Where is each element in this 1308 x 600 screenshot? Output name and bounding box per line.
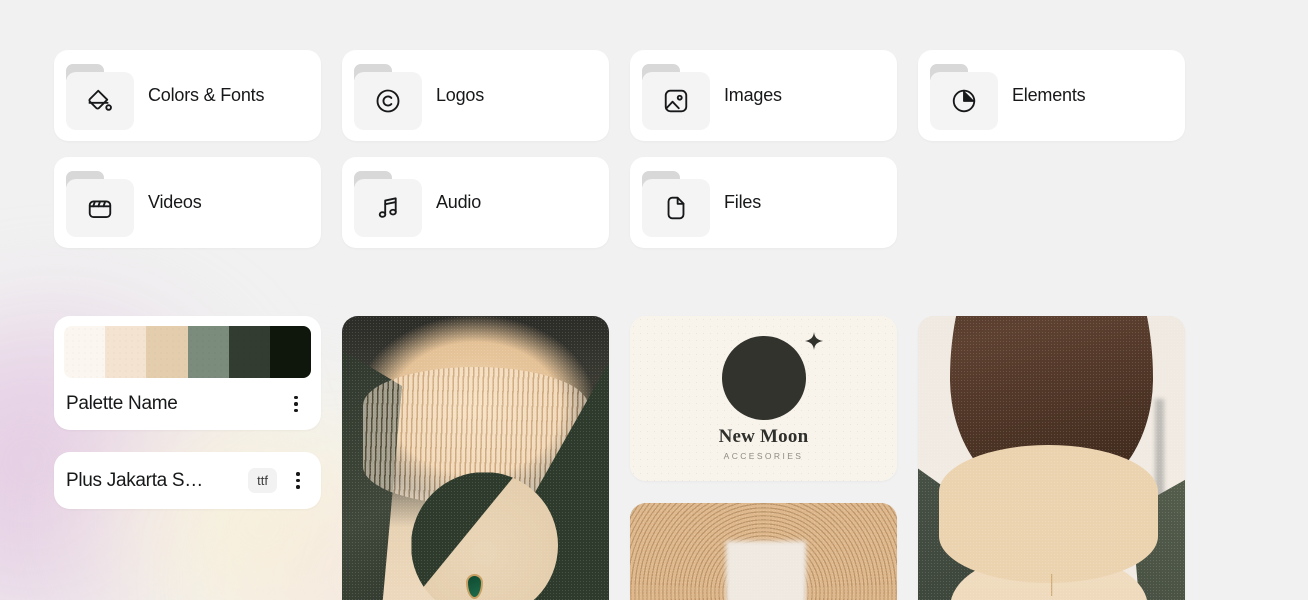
sparkle-icon	[804, 332, 823, 350]
kebab-dot	[294, 395, 298, 400]
folder-body-shape	[642, 71, 710, 130]
folder-icon-colors-fonts	[62, 62, 138, 130]
folders-row-1: Colors & Fonts Logos Images Elements	[54, 50, 1188, 141]
folder-label: Colors & Fonts	[148, 85, 265, 105]
folders-section: Colors & Fonts Logos Images Elements Vid…	[54, 50, 1188, 264]
folder-label: Audio	[436, 192, 482, 212]
folder-card-elements[interactable]: Elements	[918, 50, 1185, 141]
folder-icon-files	[638, 169, 714, 237]
folder-card-colors-fonts[interactable]: Colors & Fonts	[54, 50, 321, 141]
kebab-dot	[294, 402, 298, 406]
music-note-icon	[378, 196, 397, 218]
palette-swatch[interactable]	[64, 326, 106, 378]
palette-swatch[interactable]	[228, 326, 271, 378]
poster-image-card[interactable]: NEW	[342, 316, 609, 600]
font-card[interactable]: Plus Jakarta S… ttf	[54, 452, 321, 509]
necklace-image-card[interactable]	[918, 316, 1185, 600]
kebab-menu-icon[interactable]	[285, 468, 311, 494]
necklace-photo	[918, 316, 1185, 600]
kebab-dot	[294, 408, 298, 413]
folder-icon-images	[638, 62, 714, 130]
palette-swatch[interactable]	[105, 326, 147, 378]
color-swatch-icon	[88, 89, 112, 111]
clapperboard-icon	[88, 200, 112, 218]
kebab-dot	[296, 472, 300, 476]
board-column-2: NEW	[342, 316, 609, 600]
portrait-image-card[interactable]	[630, 503, 897, 600]
folder-label: Images	[724, 85, 782, 105]
folder-icon-elements	[926, 62, 1002, 130]
folder-label: Elements	[1012, 85, 1086, 105]
portrait-photo	[630, 503, 897, 600]
board-column-1: Palette Name Plus Jakarta S… ttf	[54, 316, 321, 509]
folder-body-shape	[354, 178, 422, 237]
logo-lockup: New Moon ACCESORIES	[630, 316, 897, 481]
folder-body-shape	[642, 178, 710, 237]
kebab-dot	[296, 478, 300, 483]
folder-body-shape	[930, 71, 998, 130]
folders-row-2: Videos Audio Files	[54, 157, 1188, 248]
asset-library-page: Colors & Fonts Logos Images Elements Vid…	[0, 0, 1308, 600]
font-name: Plus Jakarta S…	[66, 469, 203, 491]
folder-card-logos[interactable]: Logos	[342, 50, 609, 141]
board-column-3: New Moon ACCESORIES	[630, 316, 897, 600]
folder-label: Videos	[148, 192, 202, 212]
pie-shape-icon	[952, 89, 976, 112]
folder-label: Logos	[436, 85, 485, 105]
folder-card-images[interactable]: Images	[630, 50, 897, 141]
palette-card-meta: Palette Name	[64, 378, 311, 430]
logo-brand-name: New Moon	[718, 426, 809, 447]
asset-board: Palette Name Plus Jakarta S… ttf New Moo…	[54, 316, 1188, 600]
folder-body-shape	[354, 71, 422, 130]
palette-swatch[interactable]	[146, 326, 188, 378]
folder-card-videos[interactable]: Videos	[54, 157, 321, 248]
folder-icon-audio	[350, 169, 426, 237]
image-icon	[664, 89, 688, 112]
palette-name: Palette Name	[66, 393, 178, 414]
palette-swatch[interactable]	[187, 326, 229, 378]
moon-circle-icon	[721, 332, 823, 420]
copyright-icon	[376, 89, 400, 112]
folder-body-shape	[66, 178, 134, 237]
kebab-menu-icon[interactable]	[283, 391, 309, 417]
palette-swatch[interactable]	[269, 326, 311, 378]
logo-tagline: ACCESORIES	[723, 451, 804, 461]
logo-image-card[interactable]: New Moon ACCESORIES	[630, 316, 897, 481]
folder-icon-logos	[350, 62, 426, 130]
palette-card[interactable]: Palette Name	[54, 316, 321, 430]
palette-swatch-strip	[64, 326, 311, 378]
folder-card-audio[interactable]: Audio	[342, 157, 609, 248]
folder-icon-videos	[62, 169, 138, 237]
necklace-chain	[1050, 573, 1053, 596]
font-extension-badge: ttf	[248, 468, 277, 493]
hat-brim-gap	[726, 540, 807, 600]
board-column-4	[918, 316, 1185, 600]
document-icon	[667, 196, 685, 219]
turtleneck-collar	[939, 444, 1159, 583]
kebab-dot	[296, 485, 300, 489]
folder-card-files[interactable]: Files	[630, 157, 897, 248]
folder-label: Files	[724, 192, 762, 212]
folder-body-shape	[66, 71, 134, 130]
